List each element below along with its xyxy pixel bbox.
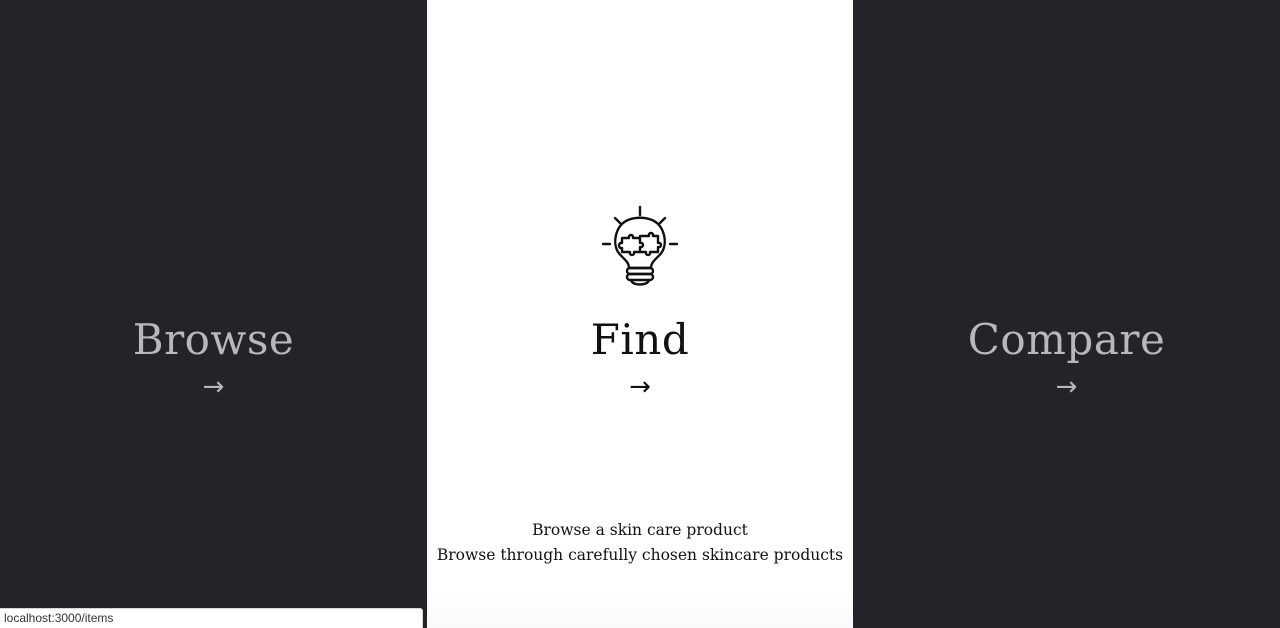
find-title: Find: [590, 315, 690, 364]
compare-panel[interactable]: Compare →: [853, 0, 1280, 628]
find-arrow-icon[interactable]: →: [427, 370, 853, 404]
find-panel[interactable]: Find → Browse a skin care product Browse…: [427, 0, 853, 628]
find-description-text: Browse through carefully chosen skincare…: [436, 546, 844, 564]
browse-panel[interactable]: Browse →: [0, 0, 427, 628]
browse-arrow-icon[interactable]: →: [0, 370, 427, 404]
compare-title: Compare: [967, 315, 1166, 364]
compare-arrow-icon[interactable]: →: [853, 370, 1280, 404]
browse-title: Browse: [132, 315, 295, 364]
find-description-heading: Browse a skin care product: [532, 521, 748, 539]
find-description: Browse a skin care product Browse throug…: [427, 518, 853, 568]
lightbulb-puzzle-icon: [601, 205, 679, 286]
browser-status-bar: localhost:3000/items: [0, 608, 423, 628]
panel-container: Browse → Find → Browse a skin care produ…: [0, 0, 1280, 628]
